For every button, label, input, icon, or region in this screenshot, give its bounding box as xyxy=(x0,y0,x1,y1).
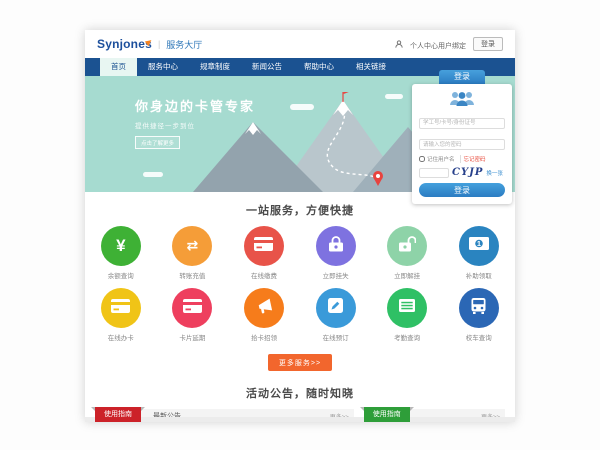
service-circle[interactable]: 1 xyxy=(459,226,499,266)
header-divider: | xyxy=(158,39,160,49)
captcha-input[interactable] xyxy=(419,168,449,178)
service-circle[interactable] xyxy=(387,288,427,328)
users-icon xyxy=(448,90,476,107)
page-bottom-strip xyxy=(85,417,515,422)
service-item-9[interactable]: 在线预订 xyxy=(300,288,372,342)
captcha-refresh-link[interactable]: 换一张 xyxy=(486,169,503,177)
service-label: 校车查询 xyxy=(443,332,515,342)
yen-icon: ¥ xyxy=(116,237,125,256)
login-panel: 登录 记住用户名 忘记密码 CYJP 换一张 xyxy=(412,70,512,204)
service-label: 在线预订 xyxy=(300,332,372,342)
service-circle[interactable] xyxy=(459,288,499,328)
service-item-5[interactable]: 1 补助领取 xyxy=(443,226,515,280)
cloud-icon xyxy=(143,172,163,177)
service-circle[interactable] xyxy=(172,288,212,328)
brand-logo[interactable]: Synjones xyxy=(97,37,152,51)
captcha-row: CYJP 换一张 xyxy=(419,167,505,178)
service-item-0[interactable]: ¥ 余额查询 xyxy=(85,226,157,280)
service-item-11[interactable]: 校车查询 xyxy=(443,288,515,342)
service-label: 立即挂失 xyxy=(300,270,372,280)
service-item-2[interactable]: 在线缴费 xyxy=(228,226,300,280)
login-tab[interactable]: 登录 xyxy=(439,70,485,84)
svg-text:1: 1 xyxy=(477,239,481,248)
hero-subtitle: 提供捷径一步到位 xyxy=(135,120,255,130)
site-header: Synjones | 服务大厅 个人中心用户绑定 登录 xyxy=(85,30,515,58)
service-item-3[interactable]: 立即挂失 xyxy=(300,226,372,280)
service-circle[interactable] xyxy=(101,288,141,328)
service-label: 在线缴费 xyxy=(228,270,300,280)
captcha-image: CYJP xyxy=(452,167,483,178)
service-label: 补助领取 xyxy=(443,270,515,280)
service-label: 立即解挂 xyxy=(371,270,443,280)
service-circle[interactable] xyxy=(316,226,356,266)
lock-icon xyxy=(329,235,343,257)
service-label: 卡片延期 xyxy=(157,332,229,342)
login-submit-button[interactable]: 登录 xyxy=(419,183,505,197)
remember-row: 记住用户名 忘记密码 xyxy=(419,155,505,163)
nav-item-1[interactable]: 服务中心 xyxy=(137,58,189,76)
header-link-1[interactable]: 用户绑定 xyxy=(438,41,466,51)
hero-title: 你身边的卡管专家 xyxy=(135,96,255,115)
services-title: 一站服务，方便快捷 xyxy=(85,202,515,218)
banknote-icon: 1 xyxy=(469,237,489,255)
edit-icon xyxy=(328,298,343,318)
panel-ribbon-tab[interactable]: 使用指南 xyxy=(95,407,141,422)
card-icon xyxy=(183,299,202,318)
user-icon xyxy=(395,35,403,53)
service-circle[interactable]: ¥ xyxy=(101,226,141,266)
login-form: 记住用户名 忘记密码 CYJP 换一张 登录 xyxy=(412,84,512,204)
transfer-icon: ⇄ xyxy=(187,237,199,255)
card-icon xyxy=(111,299,130,318)
remember-label: 记住用户名 xyxy=(427,155,455,163)
service-item-1[interactable]: ⇄ 转账充值 xyxy=(157,226,229,280)
services-section: 一站服务，方便快捷 ¥ 余额查询 ⇄ 转账充值在线缴费立即挂失立即解挂 1 补助领取在线办… xyxy=(85,192,515,371)
panel-ribbon-tab[interactable]: 使用指南 xyxy=(364,407,410,422)
remember-checkbox[interactable] xyxy=(419,156,425,162)
announcements-title: 活动公告，随时知晓 xyxy=(85,385,515,401)
more-services-button[interactable]: 更多服务>> xyxy=(268,354,332,371)
portal-page: Synjones | 服务大厅 个人中心用户绑定 登录 首页服务中心规章制度新闻… xyxy=(85,30,515,422)
service-circle[interactable] xyxy=(244,226,284,266)
username-input[interactable] xyxy=(419,118,505,129)
card-icon xyxy=(254,237,273,256)
service-label: 余额查询 xyxy=(85,270,157,280)
site-name: 服务大厅 xyxy=(166,38,202,51)
announcements-section: 活动公告，随时知晓 使用指南最新公告更多>>使用指南更多>> xyxy=(85,371,515,422)
header-link-group: 个人中心用户绑定 xyxy=(410,35,466,53)
nav-item-4[interactable]: 帮助中心 xyxy=(293,58,345,76)
nav-item-2[interactable]: 规章制度 xyxy=(189,58,241,76)
header-login-button[interactable]: 登录 xyxy=(473,37,503,51)
megaphone-icon xyxy=(255,298,273,319)
service-item-6[interactable]: 在线办卡 xyxy=(85,288,157,342)
service-circle[interactable] xyxy=(244,288,284,328)
screenshot-stage: Synjones | 服务大厅 个人中心用户绑定 登录 首页服务中心规章制度新闻… xyxy=(0,0,600,450)
service-item-7[interactable]: 卡片延期 xyxy=(157,288,229,342)
list-icon xyxy=(399,299,415,317)
service-circle[interactable]: ⇄ xyxy=(172,226,212,266)
nav-item-3[interactable]: 新闻公告 xyxy=(241,58,293,76)
services-grid: ¥ 余额查询 ⇄ 转账充值在线缴费立即挂失立即解挂 1 补助领取在线办卡卡片延期拾卡招领在… xyxy=(85,226,515,350)
nav-item-5[interactable]: 相关链接 xyxy=(345,58,397,76)
service-circle[interactable] xyxy=(316,288,356,328)
service-item-8[interactable]: 拾卡招领 xyxy=(228,288,300,342)
bus-icon xyxy=(471,298,486,319)
hero-cta-button[interactable]: 点击了解更多 xyxy=(135,136,180,149)
hero-copy: 你身边的卡管专家 提供捷径一步到位 点击了解更多 xyxy=(135,96,255,150)
service-label: 拾卡招领 xyxy=(228,332,300,342)
service-item-4[interactable]: 立即解挂 xyxy=(371,226,443,280)
unlock-icon xyxy=(399,235,416,257)
service-circle[interactable] xyxy=(387,226,427,266)
service-label: 转账充值 xyxy=(157,270,229,280)
password-input[interactable] xyxy=(419,139,505,150)
nav-item-0[interactable]: 首页 xyxy=(100,58,137,76)
brand-logo-text: Synjones xyxy=(97,37,152,51)
service-label: 考勤查询 xyxy=(371,332,443,342)
header-link-0[interactable]: 个人中心 xyxy=(410,41,438,51)
forgot-password-link[interactable]: 忘记密码 xyxy=(460,155,486,163)
service-item-10[interactable]: 考勤查询 xyxy=(371,288,443,342)
service-label: 在线办卡 xyxy=(85,332,157,342)
header-links: 个人中心用户绑定 登录 xyxy=(395,35,503,53)
